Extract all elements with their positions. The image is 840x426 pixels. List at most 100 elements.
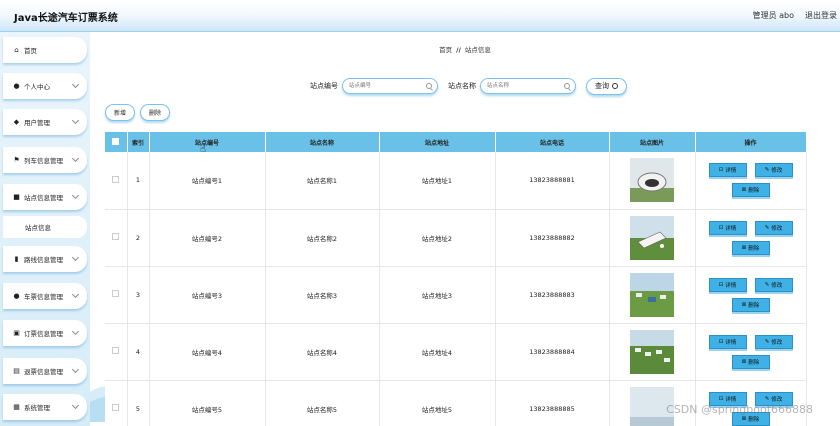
- station-name-input[interactable]: [481, 79, 559, 93]
- ops-cell: ⊡ 详情 ✎ 修改 ⊠ 删除: [695, 266, 807, 324]
- breadcrumb: 首页 //站点信息: [90, 44, 840, 54]
- row-actions: ⊡ 详情 ✎ 修改 ⊠ 删除: [703, 163, 799, 198]
- chevron-down-icon: [71, 365, 80, 374]
- row-checkbox[interactable]: [112, 347, 120, 354]
- grid-icon: ▦: [13, 402, 20, 411]
- name-cell: 站点名称1: [265, 152, 380, 210]
- code-cell: 站点编号1: [149, 152, 266, 210]
- photo-cell: [609, 209, 696, 267]
- table-row: 3 站点编号3 站点名称3 站点地址3 13823888883 ⊡ 详情 ✎ 修改 ⊠ 删除: [105, 266, 807, 324]
- add-button[interactable]: 新增: [105, 104, 135, 121]
- detail-button[interactable]: ⊡ 详情: [708, 163, 747, 178]
- detail-button[interactable]: ⊡ 详情: [708, 334, 747, 349]
- code-cell: 站点编号3: [149, 266, 266, 324]
- sidebar-item[interactable]: ■ 站点信息管理: [3, 184, 87, 210]
- edit-button[interactable]: ✎ 修改: [754, 163, 793, 178]
- add-label: 新增: [113, 110, 126, 117]
- station-name-search[interactable]: [480, 78, 576, 94]
- photo-cell: [609, 323, 696, 381]
- select-cell: [105, 266, 128, 324]
- delete-button[interactable]: ⊠ 删除: [731, 297, 770, 312]
- select-all-cell: [105, 132, 128, 152]
- sidebar-item-label: 首页: [24, 47, 37, 55]
- column-header: 站点名称: [265, 132, 380, 152]
- address-cell: 站点地址3: [379, 266, 496, 324]
- ops-cell: ⊡ 详情 ✎ 修改 ⊠ 删除: [695, 152, 807, 210]
- table-row: 4 站点编号4 站点名称4 站点地址4 13823888884 ⊡ 详情 ✎ 修改 ⊠ 删除: [105, 323, 807, 381]
- station-code-search[interactable]: [342, 78, 438, 94]
- select-cell: [105, 152, 128, 210]
- row-checkbox[interactable]: [112, 404, 120, 411]
- sidebar-item[interactable]: ▤ 退票信息管理: [3, 358, 87, 384]
- delete-label: 删除: [748, 302, 760, 309]
- address-cell: 站点地址5: [379, 380, 496, 426]
- column-header: 站点地址: [379, 132, 496, 152]
- sidebar-item[interactable]: ● 个人中心: [3, 73, 87, 99]
- bulk-delete-label: 删除: [148, 110, 161, 117]
- detail-icon: ⊡: [718, 338, 724, 345]
- edit-button[interactable]: ✎ 修改: [754, 220, 793, 235]
- index-cell: 5: [127, 380, 150, 426]
- breadcrumb-home[interactable]: 首页: [439, 46, 452, 54]
- select-all-checkbox[interactable]: [112, 137, 120, 145]
- delete-button[interactable]: ⊠ 删除: [731, 183, 770, 198]
- edit-icon: ✎: [764, 167, 770, 174]
- edit-label: 修改: [771, 282, 783, 289]
- column-header: 站点编号: [149, 132, 266, 152]
- edit-button[interactable]: ✎ 修改: [754, 277, 793, 292]
- detail-label: 详情: [725, 225, 737, 232]
- index-cell: 2: [127, 209, 150, 267]
- photo-cell: [609, 266, 696, 324]
- phone-cell: 13823888883: [495, 266, 610, 324]
- sidebar-item[interactable]: ⚑ 列车信息管理: [3, 147, 87, 173]
- sidebar-item[interactable]: ⌂ 首页: [3, 37, 87, 63]
- detail-button[interactable]: ⊡ 详情: [708, 220, 747, 235]
- sidebar-subitem-station-info[interactable]: 站点信息: [3, 216, 87, 238]
- station-photo: [630, 215, 674, 260]
- edit-icon: ✎: [764, 395, 770, 402]
- breadcrumb-separator: //: [456, 46, 461, 54]
- address-cell: 站点地址1: [379, 152, 496, 210]
- detail-label: 详情: [725, 339, 737, 346]
- detail-button[interactable]: ⊡ 详情: [708, 277, 747, 292]
- detail-label: 详情: [725, 282, 737, 289]
- ops-cell: ⊡ 详情 ✎ 修改 ⊠ 删除: [695, 323, 807, 381]
- sidebar: ⌂ 首页 ● 个人中心 ◆ 用户管理 ⚑ 列车信息管理 ■ 站点信息管理 ▮ 路线信息管理 ● 车票信息管…: [0, 32, 90, 426]
- sidebar-item-label: 个人中心: [24, 83, 50, 91]
- station-code-input[interactable]: [343, 79, 421, 93]
- logout-link[interactable]: 退出登录: [805, 10, 837, 21]
- detail-icon: ⊡: [718, 224, 724, 231]
- ops-cell: ⊡ 详情 ✎ 修改 ⊠ 删除: [695, 209, 807, 267]
- sidebar-item[interactable]: ◆ 用户管理: [3, 109, 87, 135]
- table-row: 1 站点编号1 站点名称1 站点地址1 13823888881 ⊡ 详情 ✎ 修改 ⊠ 删除: [105, 152, 807, 210]
- edit-button[interactable]: ✎ 修改: [754, 334, 793, 349]
- search-row: 站点编号 站点名称 查询: [310, 76, 627, 96]
- select-cell: [105, 209, 128, 267]
- edit-label: 修改: [771, 225, 783, 232]
- trash-icon: ⊠: [741, 301, 747, 308]
- address-cell: 站点地址4: [379, 323, 496, 381]
- row-checkbox[interactable]: [112, 175, 120, 183]
- home-icon: ⌂: [14, 45, 19, 54]
- sidebar-item[interactable]: ● 车票信息管理: [3, 283, 87, 309]
- chevron-down-icon: [71, 290, 80, 299]
- chevron-down-icon: [71, 327, 80, 336]
- sidebar-item-label: 站点信息管理: [24, 194, 63, 202]
- row-checkbox[interactable]: [112, 233, 120, 240]
- bulk-delete-button[interactable]: 删除: [140, 104, 170, 121]
- name-cell: 站点名称2: [265, 209, 380, 267]
- sidebar-item[interactable]: ▣ 订票信息管理: [3, 320, 87, 346]
- delete-button[interactable]: ⊠ 删除: [731, 240, 770, 255]
- sidebar-item[interactable]: ▦ 系统管理: [3, 394, 87, 420]
- sidebar-item-label: 路线信息管理: [24, 256, 63, 264]
- row-checkbox[interactable]: [112, 290, 120, 297]
- station-table: 索引 站点编号 站点名称 站点地址 站点电话 站点图片 操作 1 站点编号1 站点名…: [105, 132, 807, 426]
- name-cell: 站点名称5: [265, 380, 380, 426]
- query-button[interactable]: 查询: [586, 77, 627, 95]
- user-icon: ●: [13, 81, 20, 90]
- chevron-down-icon: [71, 401, 80, 410]
- column-header: 索引: [127, 132, 150, 152]
- sidebar-item[interactable]: ▮ 路线信息管理: [3, 246, 87, 272]
- trash-icon: ⊠: [741, 358, 747, 365]
- delete-button[interactable]: ⊠ 删除: [731, 354, 770, 369]
